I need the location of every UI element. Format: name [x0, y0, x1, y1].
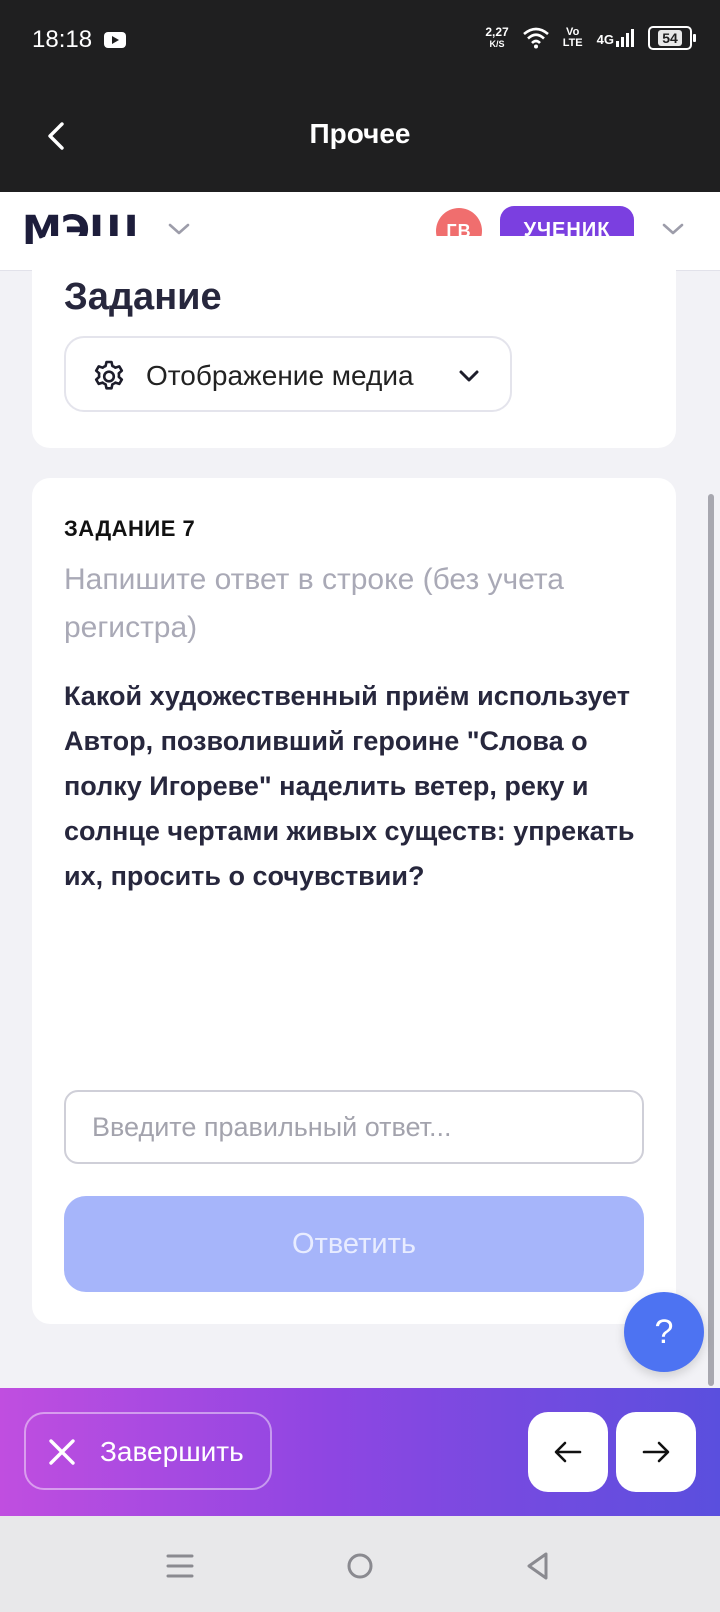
- volte-bottom: LTE: [562, 37, 583, 49]
- wifi-icon: [522, 27, 549, 49]
- answer-hint: Напишите ответ в строке (без учета регис…: [64, 563, 564, 644]
- system-navigation-bar: [0, 1516, 720, 1612]
- close-icon: [49, 1439, 75, 1465]
- network-type: 4G: [596, 32, 614, 47]
- media-display-button[interactable]: Отображение медиа: [64, 336, 512, 412]
- volte-indicator: Vo LTE: [563, 27, 583, 49]
- scrollbar[interactable]: [708, 494, 714, 1386]
- chevron-down-icon: [459, 370, 479, 382]
- task-card: Задание Отображение медиа: [32, 236, 676, 448]
- status-time: 18:18: [32, 26, 93, 53]
- gear-icon: [94, 360, 124, 390]
- question-text: Какой художественный приём использует Ав…: [64, 681, 635, 891]
- battery-icon: 54: [648, 26, 696, 50]
- network-speed-value: 2,27: [485, 25, 509, 39]
- cellular-indicator: 4G: [597, 29, 634, 47]
- bottom-action-bar: Завершить: [0, 1388, 720, 1516]
- arrow-right-icon: [642, 1441, 670, 1463]
- answer-input[interactable]: [64, 1090, 644, 1164]
- app-bar: Прочее: [0, 80, 720, 192]
- battery-level: 54: [658, 30, 682, 46]
- question-card: ЗАДАНИЕ 7 Напишите ответ в строке (без у…: [32, 478, 676, 1324]
- submit-answer-button[interactable]: Ответить: [64, 1196, 644, 1292]
- app-bar-title: Прочее: [309, 118, 411, 149]
- arrow-left-icon: [554, 1441, 582, 1463]
- finish-button[interactable]: Завершить: [24, 1412, 272, 1490]
- status-indicators: 2,27 K/S Vo LTE 4G 54: [485, 26, 696, 50]
- network-speed: 2,27 K/S: [485, 26, 508, 50]
- youtube-notification-icon: [104, 32, 126, 48]
- next-task-button[interactable]: [616, 1412, 696, 1492]
- finish-label: Завершить: [100, 1436, 244, 1467]
- home-icon[interactable]: [346, 1552, 374, 1580]
- task-heading: Задание: [64, 276, 222, 318]
- task-number: ЗАДАНИЕ 7: [64, 516, 196, 541]
- recent-apps-icon[interactable]: [166, 1552, 194, 1580]
- status-bar: 18:18 2,27 K/S Vo LTE 4G 54: [0, 0, 720, 80]
- signal-bars-icon: [616, 29, 634, 47]
- network-speed-unit: K/S: [489, 39, 505, 49]
- previous-task-button[interactable]: [528, 1412, 608, 1492]
- system-back-icon[interactable]: [524, 1550, 552, 1582]
- media-display-label: Отображение медиа: [146, 360, 414, 391]
- help-button[interactable]: ?: [624, 1292, 704, 1372]
